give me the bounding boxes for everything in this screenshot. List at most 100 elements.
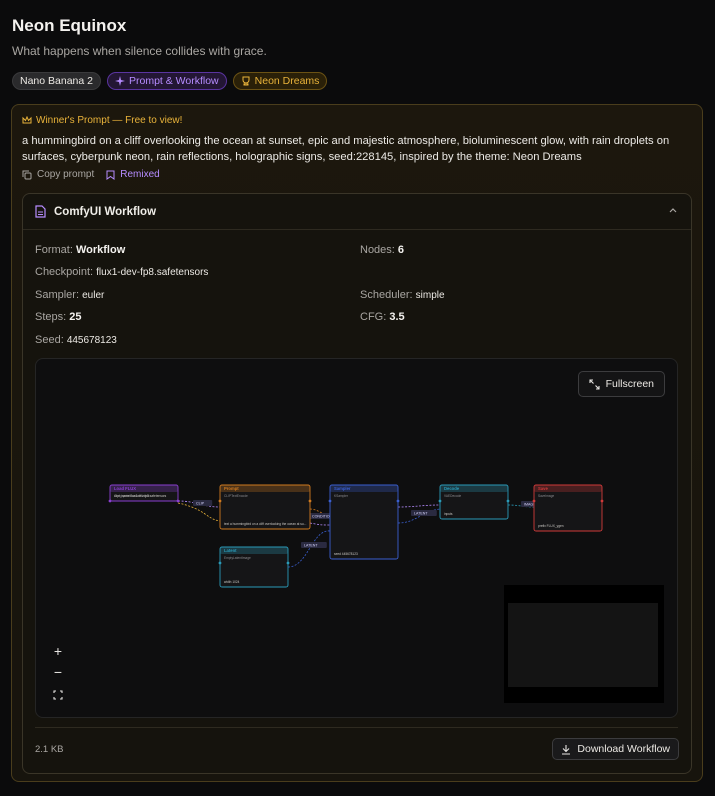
format-value: Workflow <box>75 244 126 256</box>
graph-node-out-port-4 <box>600 499 604 503</box>
scheduler-label: Scheduler: <box>360 289 413 301</box>
checkpoint-value: flux1-dev-fp8.safetensors <box>96 267 209 278</box>
divider <box>35 727 678 728</box>
graph-node-field-4: prefix FLUX_ygen <box>538 524 564 528</box>
zoom-in-button[interactable]: + <box>50 643 66 659</box>
seed-value: 445678123 <box>66 335 117 346</box>
graph-node-in-port-4 <box>532 499 536 503</box>
graph-node-field-2: seed 445678123 <box>334 552 358 556</box>
graph-link-4 <box>287 530 331 568</box>
graph-node-subtitle-5: EmptyLatentImage <box>224 556 251 560</box>
download-label: Download Workflow <box>577 743 670 755</box>
workflow-canvas[interactable]: CLIP CONDITIONING LATENT IMAGE LATENT Load FL… <box>35 358 678 718</box>
graph-node-subtitle-4: SaveImage <box>538 494 554 498</box>
steps-value: 25 <box>69 311 82 323</box>
winner-text: Winner's Prompt — Free to view! <box>36 115 183 126</box>
graph-node-in-port-1 <box>218 499 222 503</box>
steps-meta: Steps: 25 <box>35 311 82 323</box>
graph-node-in-port-3 <box>438 499 442 503</box>
graph-node-subtitle-3: VAEDecode <box>444 494 461 498</box>
badge-row: Nano Banana 2 Prompt & Workflow Neon Dre… <box>12 72 328 90</box>
theme-badge-label: Neon Dreams <box>254 75 320 87</box>
sampler-meta: Sampler: euler <box>35 289 104 301</box>
nodes-label: Nodes: <box>360 244 395 256</box>
expand-icon <box>589 378 600 390</box>
remixed-label: Remixed <box>120 169 160 180</box>
prompt-card: Winner's Prompt — Free to view! a hummin… <box>11 104 703 782</box>
checkpoint-meta: Checkpoint: flux1-dev-fp8.safetensors <box>35 266 208 278</box>
format-meta: Format: Workflow <box>35 244 125 256</box>
seed-label: Seed: <box>35 334 64 346</box>
graph-node-title-3: Decode <box>444 486 460 491</box>
model-badge[interactable]: Nano Banana 2 <box>12 72 101 90</box>
type-badge-label: Prompt & Workflow <box>128 75 219 87</box>
fullscreen-label: Fullscreen <box>605 378 654 390</box>
graph-node-out-port-3 <box>506 499 510 503</box>
steps-label: Steps: <box>35 311 67 323</box>
zoom-out-button[interactable]: − <box>50 664 66 680</box>
nodes-value: 6 <box>397 244 405 256</box>
scheduler-value: simple <box>415 290 445 301</box>
fullscreen-button[interactable]: Fullscreen <box>577 371 665 397</box>
prompt-text: a hummingbird on a cliff overlooking the… <box>22 135 670 163</box>
theme-badge[interactable]: Neon Dreams <box>232 72 328 90</box>
graph-node-out-port-1 <box>308 499 312 503</box>
scheduler-meta: Scheduler: simple <box>360 289 445 301</box>
download-icon <box>562 744 571 755</box>
fit-view-icon <box>53 690 63 700</box>
checkpoint-label: Checkpoint: <box>35 266 94 278</box>
chevron-up-icon[interactable] <box>667 204 679 216</box>
workflow-title: ComfyUI Workflow <box>54 205 157 218</box>
graph-node-subtitle-1: CLIPTextEncode <box>224 494 248 498</box>
file-size: 2.1 KB <box>35 744 64 755</box>
link-tag-2: LATENT <box>414 512 428 516</box>
sampler-label: Sampler: <box>35 289 80 301</box>
graph-node-in-port-5 <box>218 561 222 565</box>
graph-node-out-port-2 <box>396 499 400 503</box>
model-badge-label: Nano Banana 2 <box>20 75 93 87</box>
page-subtitle: What happens when silence collides with … <box>12 44 267 58</box>
copy-icon <box>22 170 32 179</box>
document-icon <box>35 205 46 218</box>
winner-label: Winner's Prompt — Free to view! <box>22 115 182 126</box>
copy-prompt-button[interactable]: Copy prompt <box>22 169 94 180</box>
graph-node-out-port-5 <box>286 561 290 565</box>
sparkles-icon <box>114 76 125 86</box>
bookmark-icon <box>106 170 115 180</box>
graph-node-title-0: Load FLUX <box>114 486 136 491</box>
prompt-actions: Copy prompt Remixed <box>22 169 160 180</box>
graph-node-field-1: text a hummingbird on a cliff overlookin… <box>224 522 306 526</box>
minimap[interactable] <box>504 585 664 703</box>
cfg-value: 3.5 <box>389 311 405 323</box>
remixed-button[interactable]: Remixed <box>106 169 160 180</box>
graph-node-title-4: Save <box>538 486 548 491</box>
cfg-label: CFG: <box>360 311 387 323</box>
graph-node-title-2: Sampler <box>334 486 351 491</box>
format-label: Format: <box>35 244 73 256</box>
link-tag-0: CLIP <box>196 502 205 506</box>
graph-node-in-port-2 <box>328 499 332 503</box>
fit-view-button[interactable] <box>50 687 66 703</box>
nodes-meta: Nodes: 6 <box>360 244 404 256</box>
graph-node-field-3: inputs <box>444 512 453 516</box>
download-workflow-button[interactable]: Download Workflow <box>552 738 679 760</box>
minimap-viewport <box>508 603 658 687</box>
type-badge[interactable]: Prompt & Workflow <box>106 72 227 90</box>
seed-meta: Seed: 445678123 <box>35 334 117 346</box>
graph-node-field-0: ckpt_name flux1-dev-fp8.safetensors <box>114 494 167 498</box>
graph-link-5 <box>397 504 441 508</box>
graph-node-out-port-0 <box>176 499 180 503</box>
workflow-header[interactable]: ComfyUI Workflow <box>23 194 691 230</box>
graph-node-title-1: Prompt <box>224 486 239 491</box>
graph-node-subtitle-2: KSampler <box>334 494 349 498</box>
crown-icon <box>22 116 32 124</box>
page-title: Neon Equinox <box>12 16 127 35</box>
link-tag-4: LATENT <box>304 544 318 548</box>
graph-node-title-5: Latent <box>224 548 237 553</box>
graph-node-field-5: width 1024 <box>224 580 240 584</box>
workflow-panel: ComfyUI Workflow Format: Workflow Nodes:… <box>22 193 692 774</box>
copy-prompt-label: Copy prompt <box>37 169 95 180</box>
graph-link-3 <box>309 522 331 526</box>
sampler-value: euler <box>82 290 105 301</box>
trophy-icon <box>242 76 250 86</box>
